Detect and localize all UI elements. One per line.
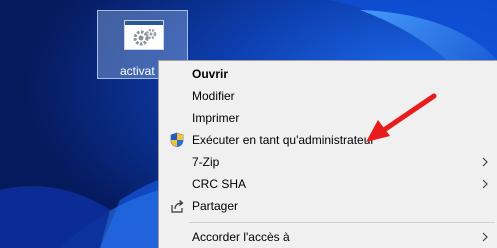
file-label: activat: [120, 64, 155, 78]
menu-item-label: Imprimer: [192, 111, 240, 125]
menu-item-edit[interactable]: Modifier: [159, 85, 497, 107]
menu-item-print[interactable]: Imprimer: [159, 107, 497, 129]
menu-item-label: CRC SHA: [192, 177, 247, 191]
context-menu: Ouvrir Modifier Imprimer Exécuter en tan…: [158, 60, 497, 248]
menu-item-crc-sha[interactable]: CRC SHA: [159, 173, 497, 195]
chevron-right-icon: [482, 179, 488, 189]
menu-item-label: Ouvrir: [192, 67, 229, 81]
menu-item-run-as-admin[interactable]: Exécuter en tant qu'administrateur: [159, 129, 497, 151]
red-arrow-annotation: [366, 93, 437, 142]
menu-item-label: Partager: [192, 199, 239, 213]
menu-separator: [189, 222, 495, 223]
menu-item-label: Modifier: [192, 89, 235, 103]
menu-item-share[interactable]: Partager: [159, 195, 497, 217]
menu-item-label: 7-Zip: [192, 155, 220, 169]
menu-item-label: Accorder l'accès à: [192, 230, 290, 244]
settings-file-icon: [124, 20, 164, 50]
menu-item-open[interactable]: Ouvrir: [159, 63, 497, 85]
chevron-right-icon: [482, 232, 488, 242]
menu-item-7zip[interactable]: 7-Zip: [159, 151, 497, 173]
menu-item-grant-access[interactable]: Accorder l'accès à: [159, 226, 497, 248]
share-icon: [169, 198, 185, 214]
chevron-right-icon: [482, 157, 488, 167]
uac-shield-icon: [169, 132, 185, 148]
menu-item-label: Exécuter en tant qu'administrateur: [192, 133, 375, 147]
